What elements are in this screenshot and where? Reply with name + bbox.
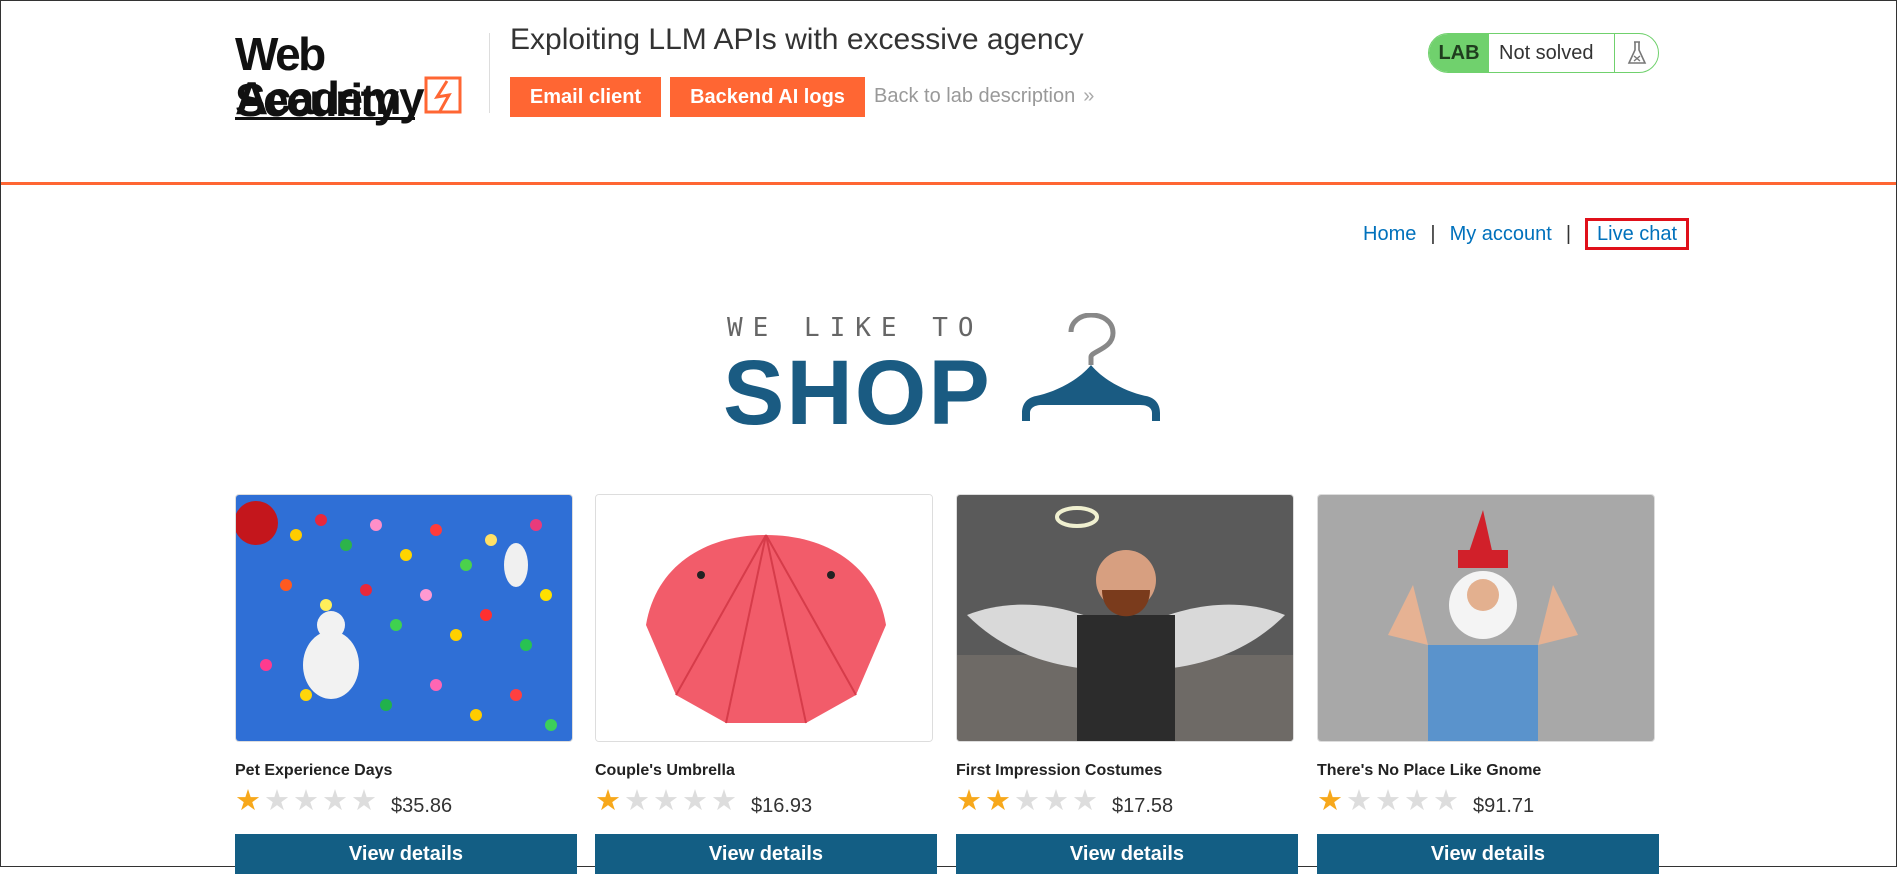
product-price: $17.58 xyxy=(1112,795,1174,817)
star-rating: ★ ★ ★ ★ ★ xyxy=(595,787,737,816)
product-name: Pet Experience Days xyxy=(235,762,393,779)
nav-live-chat-link[interactable]: Live chat xyxy=(1585,218,1690,250)
star-filled-icon: ★ xyxy=(235,785,261,817)
star-empty-icon: ★ xyxy=(1375,785,1401,817)
star-empty-icon: ★ xyxy=(1433,785,1459,817)
nav-separator: | xyxy=(1565,223,1572,245)
product-price: $91.71 xyxy=(1473,795,1535,817)
view-details-button[interactable]: View details xyxy=(1317,834,1659,874)
lab-title: Exploiting LLM APIs with excessive agenc… xyxy=(510,23,1084,56)
star-empty-icon: ★ xyxy=(624,785,650,817)
nav-my-account-link[interactable]: My account xyxy=(1450,223,1552,245)
back-to-lab-description-link[interactable]: Back to lab description » xyxy=(874,85,1094,108)
header-divider xyxy=(489,33,490,113)
logo-line2: Academy xyxy=(235,72,425,124)
star-rating: ★ ★ ★ ★ ★ xyxy=(235,787,377,816)
nav-separator: | xyxy=(1430,223,1436,245)
clothes-hanger-icon xyxy=(1022,313,1160,421)
star-filled-icon: ★ xyxy=(595,785,621,817)
view-details-button[interactable]: View details xyxy=(235,834,577,874)
backend-ai-logs-button[interactable]: Backend AI logs xyxy=(670,77,865,117)
product-name: Couple's Umbrella xyxy=(595,762,735,779)
product-card: First Impression Costumes ★ ★ ★ ★ ★ $17.58 V… xyxy=(956,494,1298,874)
email-client-button[interactable]: Email client xyxy=(510,77,661,117)
star-empty-icon: ★ xyxy=(682,785,708,817)
logo-underline xyxy=(235,117,415,120)
product-card: Pet Experience Days ★ ★ ★ ★ ★ $35.86 View de… xyxy=(235,494,577,874)
nav-home-link[interactable]: Home xyxy=(1363,223,1416,245)
lab-status-widget: LAB Not solved xyxy=(1428,33,1659,73)
star-filled-icon: ★ xyxy=(985,785,1011,817)
hero-title: SHOP xyxy=(723,342,992,444)
product-name: First Impression Costumes xyxy=(956,762,1163,779)
star-filled-icon: ★ xyxy=(956,785,982,817)
star-filled-icon: ★ xyxy=(1317,785,1343,817)
product-name: There's No Place Like Gnome xyxy=(1317,762,1542,779)
web-security-academy-logo[interactable]: Web Security Academy xyxy=(235,27,485,123)
top-navigation: Home | My account | Live chat xyxy=(1363,218,1690,250)
star-empty-icon: ★ xyxy=(264,785,290,817)
star-empty-icon: ★ xyxy=(293,785,319,817)
star-empty-icon: ★ xyxy=(1072,785,1098,817)
product-image[interactable] xyxy=(1317,494,1655,742)
view-details-button[interactable]: View details xyxy=(595,834,937,874)
star-empty-icon: ★ xyxy=(1346,785,1372,817)
flask-icon xyxy=(1614,34,1658,72)
lab-badge: LAB xyxy=(1429,34,1489,72)
star-empty-icon: ★ xyxy=(1043,785,1069,817)
lab-banner: Web Security Academy Exploiting LLM APIs… xyxy=(1,1,1896,185)
product-image[interactable] xyxy=(956,494,1294,742)
star-empty-icon: ★ xyxy=(351,785,377,817)
star-rating: ★ ★ ★ ★ ★ xyxy=(956,787,1098,816)
star-empty-icon: ★ xyxy=(653,785,679,817)
back-link-label: Back to lab description xyxy=(874,85,1076,107)
star-empty-icon: ★ xyxy=(711,785,737,817)
star-empty-icon: ★ xyxy=(322,785,348,817)
product-price: $35.86 xyxy=(391,795,453,817)
hero-tagline: WE LIKE TO xyxy=(727,313,984,343)
star-rating: ★ ★ ★ ★ ★ xyxy=(1317,787,1459,816)
double-chevron-right-icon: » xyxy=(1083,85,1095,107)
product-image[interactable] xyxy=(595,494,933,742)
view-details-button[interactable]: View details xyxy=(956,834,1298,874)
star-empty-icon: ★ xyxy=(1014,785,1040,817)
lightning-bolt-icon xyxy=(424,76,462,114)
lab-status-text: Not solved xyxy=(1499,41,1594,64)
star-empty-icon: ★ xyxy=(1404,785,1430,817)
product-price: $16.93 xyxy=(751,795,813,817)
product-image[interactable] xyxy=(235,494,573,742)
product-card: There's No Place Like Gnome ★ ★ ★ ★ ★ $91.71… xyxy=(1317,494,1659,874)
product-card: Couple's Umbrella ★ ★ ★ ★ ★ $16.93 View deta… xyxy=(595,494,937,874)
